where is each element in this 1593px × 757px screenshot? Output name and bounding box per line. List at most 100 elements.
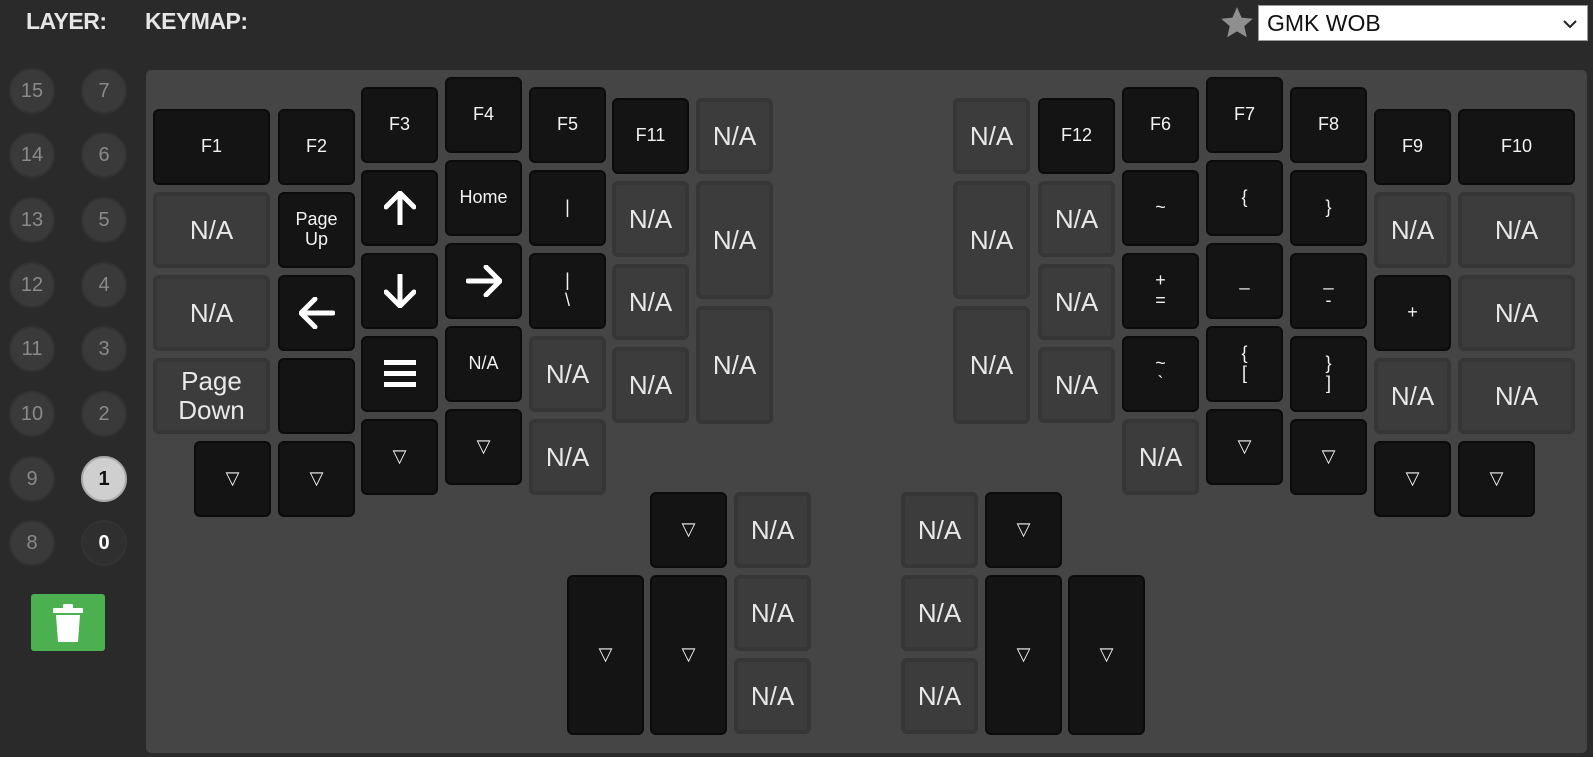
key[interactable]: ▽ <box>1374 441 1451 517</box>
key[interactable]: N/A <box>153 275 270 351</box>
key[interactable]: N/A <box>153 192 270 268</box>
key[interactable] <box>278 275 355 351</box>
key[interactable] <box>278 358 355 434</box>
key[interactable]: _ <box>1206 243 1283 319</box>
key[interactable] <box>361 253 438 329</box>
key[interactable]: + = <box>1122 253 1199 329</box>
key[interactable]: } <box>1290 170 1367 246</box>
key[interactable]: Page Up <box>278 192 355 268</box>
key[interactable]: ▽ <box>361 419 438 495</box>
key[interactable]: N/A <box>1038 264 1115 340</box>
layer-button-11[interactable]: 11 <box>9 326 55 372</box>
key[interactable]: F12 <box>1038 98 1115 174</box>
key[interactable]: F11 <box>612 98 689 174</box>
key[interactable]: F7 <box>1206 77 1283 153</box>
key[interactable]: ▽ <box>650 492 727 568</box>
key[interactable]: N/A <box>953 98 1030 174</box>
key[interactable]: N/A <box>901 492 978 568</box>
key[interactable]: N/A <box>1374 192 1451 268</box>
key[interactable]: ▽ <box>567 575 644 735</box>
key[interactable]: N/A <box>529 419 606 495</box>
key[interactable]: F9 <box>1374 109 1451 185</box>
key[interactable]: F8 <box>1290 87 1367 163</box>
layer-button-2[interactable]: 2 <box>81 391 127 437</box>
layer-button-14[interactable]: 14 <box>9 132 55 178</box>
key[interactable]: F3 <box>361 87 438 163</box>
menu-icon <box>383 360 416 387</box>
key[interactable]: + <box>1374 275 1451 351</box>
key[interactable]: } ] <box>1290 336 1367 412</box>
key[interactable]: N/A <box>1458 275 1575 351</box>
key[interactable]: Home <box>445 160 522 236</box>
key[interactable]: F1 <box>153 109 270 185</box>
keymap-select-value: GMK WOB <box>1267 10 1381 36</box>
layer-button-8[interactable]: 8 <box>9 520 55 566</box>
key[interactable]: _ - <box>1290 253 1367 329</box>
key[interactable]: N/A <box>1038 347 1115 423</box>
key[interactable]: N/A <box>696 181 773 299</box>
key[interactable]: { <box>1206 160 1283 236</box>
layer-button-15[interactable]: 15 <box>9 68 55 114</box>
key[interactable]: N/A <box>1458 358 1575 434</box>
key[interactable]: ▽ <box>278 441 355 517</box>
key[interactable]: ▽ <box>1206 409 1283 485</box>
key[interactable]: | \ <box>529 253 606 329</box>
key[interactable]: ~ ` <box>1122 336 1199 412</box>
key[interactable]: N/A <box>1038 181 1115 257</box>
key[interactable]: N/A <box>612 264 689 340</box>
key[interactable]: F6 <box>1122 87 1199 163</box>
key[interactable]: N/A <box>696 98 773 174</box>
key[interactable]: ▽ <box>1290 419 1367 495</box>
key[interactable]: N/A <box>445 326 522 402</box>
delete-button[interactable] <box>31 594 105 651</box>
key[interactable]: N/A <box>696 306 773 424</box>
key[interactable]: ~ <box>1122 170 1199 246</box>
key[interactable]: N/A <box>1122 419 1199 495</box>
layer-button-7[interactable]: 7 <box>81 68 127 114</box>
key[interactable]: F5 <box>529 87 606 163</box>
key[interactable]: ▽ <box>1068 575 1145 735</box>
key[interactable]: N/A <box>901 575 978 651</box>
key[interactable]: ▽ <box>985 492 1062 568</box>
arrow-left-icon <box>298 297 335 329</box>
key[interactable] <box>361 170 438 246</box>
key[interactable]: N/A <box>1458 192 1575 268</box>
key[interactable]: N/A <box>953 181 1030 299</box>
key[interactable]: { [ <box>1206 326 1283 402</box>
layer-button-5[interactable]: 5 <box>81 197 127 243</box>
key[interactable]: ▽ <box>650 575 727 735</box>
layer-button-1[interactable]: 1 <box>81 456 127 502</box>
chevron-down-icon <box>1563 20 1577 29</box>
keymap-select[interactable]: GMK WOB <box>1258 5 1588 41</box>
key[interactable]: ▽ <box>1458 441 1535 517</box>
key[interactable]: N/A <box>953 306 1030 424</box>
key[interactable]: ▽ <box>445 409 522 485</box>
key[interactable]: ▽ <box>985 575 1062 735</box>
key[interactable]: Page Down <box>153 358 270 434</box>
key[interactable]: F2 <box>278 109 355 185</box>
key[interactable]: ▽ <box>194 441 271 517</box>
key[interactable]: N/A <box>734 492 811 568</box>
layer-button-12[interactable]: 12 <box>9 262 55 308</box>
layer-button-6[interactable]: 6 <box>81 132 127 178</box>
key[interactable] <box>361 336 438 412</box>
key[interactable]: N/A <box>612 181 689 257</box>
key[interactable]: N/A <box>901 658 978 734</box>
key[interactable]: N/A <box>529 336 606 412</box>
key[interactable]: | <box>529 170 606 246</box>
layer-button-9[interactable]: 9 <box>9 456 55 502</box>
key[interactable] <box>445 243 522 319</box>
layer-button-4[interactable]: 4 <box>81 262 127 308</box>
key[interactable]: F10 <box>1458 109 1575 185</box>
keymap-header: KEYMAP: <box>145 8 248 34</box>
layer-button-0[interactable]: 0 <box>81 520 127 566</box>
key[interactable]: N/A <box>612 347 689 423</box>
key[interactable]: N/A <box>734 658 811 734</box>
key[interactable]: N/A <box>734 575 811 651</box>
layer-button-10[interactable]: 10 <box>9 391 55 437</box>
key[interactable]: N/A <box>1374 358 1451 434</box>
key[interactable]: F4 <box>445 77 522 153</box>
star-icon[interactable] <box>1218 4 1256 42</box>
layer-button-3[interactable]: 3 <box>81 326 127 372</box>
layer-button-13[interactable]: 13 <box>9 197 55 243</box>
